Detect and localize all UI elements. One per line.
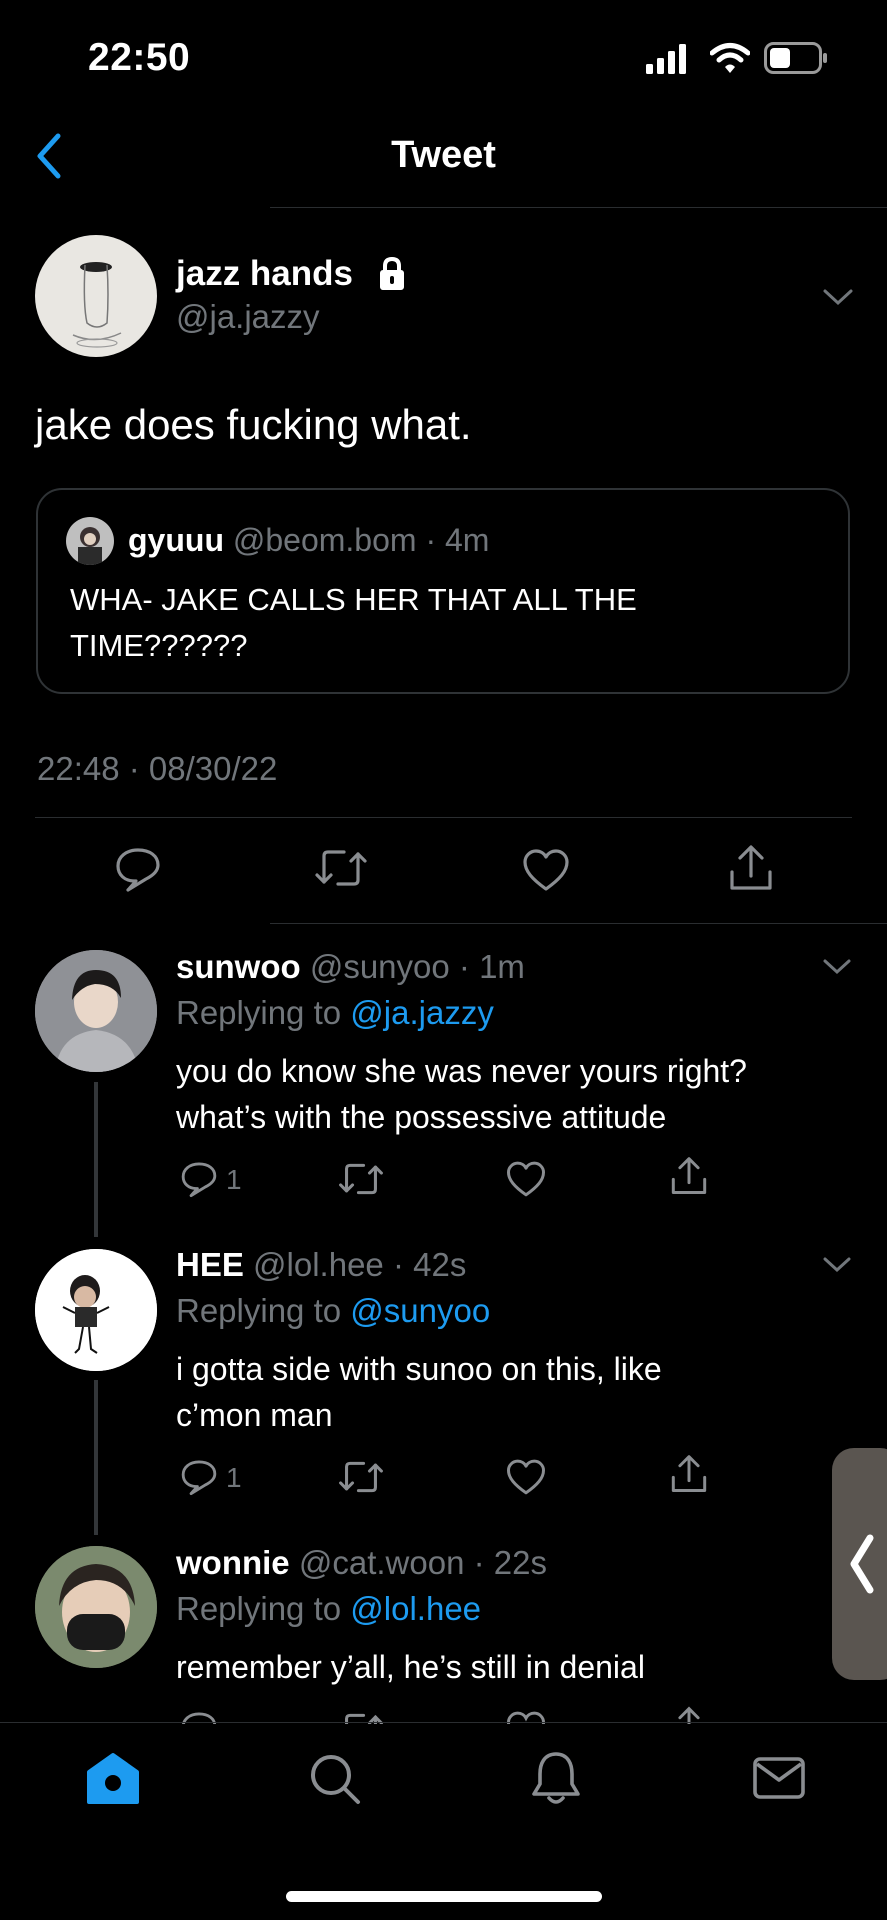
reply-count: 1 [226, 1462, 242, 1493]
reply-text-line: i gotta side with sunoo on this, like [176, 1351, 662, 1387]
reply-time: 42s [413, 1246, 467, 1283]
tabbar-divider [0, 1722, 887, 1723]
reply-header: sunwoo @sunyoo · 1m [176, 948, 525, 986]
reply-icon[interactable] [180, 1458, 218, 1496]
reply-header: wonnie @cat.woon · 22s [176, 1544, 547, 1582]
reply-icon[interactable] [180, 1160, 218, 1198]
share-icon[interactable] [670, 1156, 708, 1196]
replying-to-link[interactable]: @sunyoo [350, 1292, 490, 1329]
replying-label: Replying to [176, 1590, 342, 1627]
reply-thread-line [94, 1380, 98, 1535]
quoted-tweet[interactable]: gyuuu @beom.bom · 4m WHA- JAKE CALLS HER… [36, 488, 850, 694]
mail-icon[interactable] [752, 1756, 806, 1800]
like-icon[interactable] [522, 848, 570, 892]
battery-icon [764, 42, 827, 74]
reply-icon[interactable] [114, 846, 162, 892]
like-icon[interactable] [506, 1160, 546, 1198]
avatar [66, 517, 114, 565]
reply-text-line: you do know she was never yours right? [176, 1053, 747, 1089]
quoted-handle: @beom.bom [232, 522, 417, 558]
reply-handle: @sunyoo [309, 948, 450, 985]
replying-label: Replying to [176, 994, 342, 1031]
separator-dot: · [449, 948, 480, 985]
chevron-left-icon [850, 1534, 874, 1594]
chevron-down-icon[interactable] [822, 1256, 852, 1274]
quoted-time: 4m [444, 522, 490, 558]
quoted-text-line: WHA- JAKE CALLS HER THAT ALL THE [70, 582, 637, 617]
reply-name[interactable]: sunwoo [176, 948, 301, 985]
author-handle[interactable]: @ja.jazzy [176, 298, 320, 336]
divider [35, 817, 852, 818]
separator-dot: · [464, 1544, 494, 1581]
reply-name[interactable]: HEE [176, 1246, 244, 1283]
reply-text-line: what’s with the possessive attitude [176, 1099, 667, 1135]
avatar[interactable] [35, 1249, 157, 1371]
replying-to-link[interactable]: @ja.jazzy [350, 994, 494, 1031]
author-name[interactable]: jazz hands [176, 254, 353, 294]
header-divider [270, 207, 887, 208]
reply-time: 22s [493, 1544, 547, 1581]
home-indicator [286, 1891, 602, 1902]
reply-name[interactable]: wonnie [176, 1544, 290, 1581]
reply-header: HEE @lol.hee · 42s [176, 1246, 466, 1284]
divider [270, 923, 887, 924]
like-icon[interactable] [506, 1458, 546, 1496]
avatar[interactable] [35, 950, 157, 1072]
reply-actions-clipped [0, 1700, 887, 1724]
replying-to-line: Replying to @ja.jazzy [176, 994, 494, 1032]
tweet-timestamp: 22:48 · 08/30/22 [37, 750, 278, 787]
avatar[interactable] [35, 1546, 157, 1668]
reply-handle: @cat.woon [298, 1544, 465, 1581]
quoted-text-line: TIME?????? [70, 628, 248, 663]
reply-text-line: remember y’all, he’s still in denial [176, 1649, 645, 1685]
reply-time: 1m [479, 948, 525, 985]
retweet-icon[interactable] [314, 848, 368, 888]
search-icon[interactable] [308, 1752, 362, 1806]
share-icon[interactable] [728, 844, 774, 892]
avatar-drawing [35, 1546, 157, 1668]
share-icon[interactable] [670, 1454, 708, 1494]
clock: 22:50 [88, 36, 191, 79]
chevron-down-icon[interactable] [822, 958, 852, 976]
quoted-header: gyuuu @beom.bom · 4m [128, 522, 489, 559]
separator-dot: · [416, 522, 445, 558]
avatar-drawing [72, 262, 122, 348]
home-icon[interactable] [86, 1752, 140, 1806]
replying-label: Replying to [176, 1292, 342, 1329]
quoted-name: gyuuu [128, 522, 224, 558]
reply-text-line: c’mon man [176, 1397, 333, 1433]
retweet-icon[interactable] [338, 1162, 384, 1196]
page-title: Tweet [391, 134, 496, 176]
avatar[interactable] [35, 235, 157, 357]
avatar-drawing [78, 527, 102, 565]
lock-icon [380, 256, 404, 290]
avatar-drawing [35, 950, 157, 1072]
bell-icon[interactable] [530, 1750, 582, 1806]
cellular-signal-icon [646, 44, 686, 74]
replying-to-line: Replying to @lol.hee [176, 1590, 481, 1628]
tweet-text: jake does fucking what. [35, 401, 472, 448]
retweet-icon[interactable] [338, 1460, 384, 1494]
avatar-drawing [35, 1249, 157, 1371]
reply-thread-line [94, 1082, 98, 1237]
reply-handle: @lol.hee [253, 1246, 384, 1283]
wifi-icon [710, 43, 750, 73]
chevron-down-icon[interactable] [822, 287, 854, 307]
replying-to-line: Replying to @sunyoo [176, 1292, 490, 1330]
side-drawer-handle[interactable] [832, 1448, 887, 1680]
reply-count: 1 [226, 1164, 242, 1195]
replying-to-link[interactable]: @lol.hee [350, 1590, 481, 1627]
separator-dot: · [383, 1246, 414, 1283]
